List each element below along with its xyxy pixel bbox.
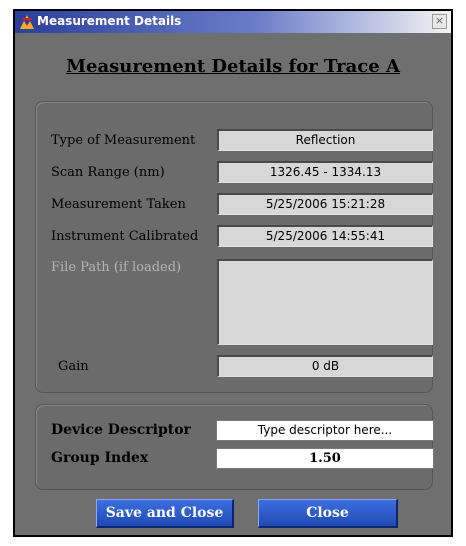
page-title: Measurement Details for Trace A: [66, 56, 400, 77]
gain-label: Gain: [58, 359, 89, 374]
file-path-label: File Path (if loaded): [51, 260, 182, 275]
type-of-measurement-field: Reflection: [217, 129, 433, 151]
window-title: Measurement Details: [37, 14, 182, 28]
title-bar[interactable]: Measurement Details ×: [15, 11, 451, 33]
scan-range-label: Scan Range (nm): [51, 165, 165, 180]
instrument-calibrated-label: Instrument Calibrated: [51, 229, 199, 244]
device-panel: Device Descriptor Type descriptor here..…: [35, 404, 434, 490]
measurement-taken-field: 5/25/2006 15:21:28: [217, 193, 433, 215]
group-index-input[interactable]: 1.50: [216, 448, 434, 469]
instrument-calibrated-field: 5/25/2006 14:55:41: [217, 225, 433, 247]
group-index-label: Group Index: [51, 450, 149, 466]
close-window-button[interactable]: ×: [432, 14, 447, 29]
app-logo-icon: [20, 15, 34, 29]
device-descriptor-input[interactable]: Type descriptor here...: [216, 420, 434, 441]
file-path-field: [217, 259, 433, 345]
device-descriptor-label: Device Descriptor: [51, 422, 191, 438]
measurement-taken-label: Measurement Taken: [51, 197, 186, 212]
measurement-info-panel: Type of Measurement Reflection Scan Rang…: [35, 101, 433, 393]
scan-range-field: 1326.45 - 1334.13: [217, 161, 433, 183]
gain-field: 0 dB: [217, 355, 433, 377]
close-button[interactable]: Close: [258, 499, 398, 528]
save-and-close-button[interactable]: Save and Close: [96, 499, 234, 528]
type-of-measurement-label: Type of Measurement: [51, 133, 196, 148]
measurement-details-window: Measurement Details × Measurement Detail…: [13, 9, 453, 537]
